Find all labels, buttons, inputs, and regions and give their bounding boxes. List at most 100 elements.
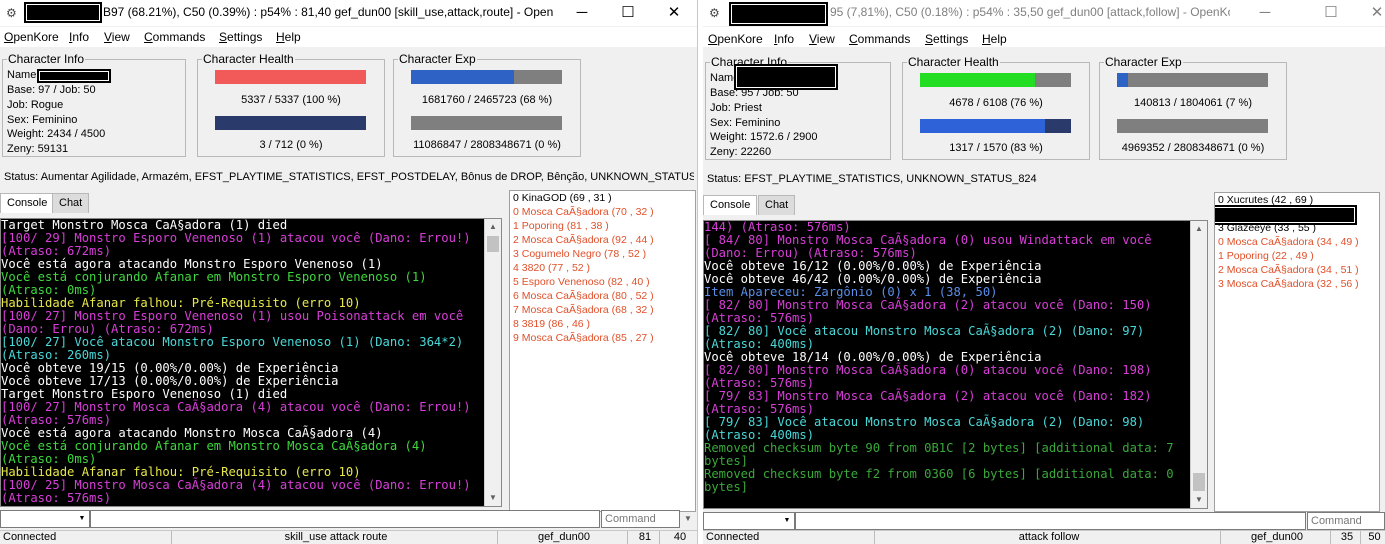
group-title: Character Exp xyxy=(398,52,477,66)
list-item[interactable]: 2 Mosca CaÃ§adora (34 , 51 ) xyxy=(1215,263,1379,277)
list-item[interactable]: 0 KinaGOD (69 , 31 ) xyxy=(510,191,695,205)
window-title: 95 (7,81%), C50 (0.18%) : p54% : 35,50 g… xyxy=(830,5,1230,19)
command-target-combo[interactable]: ▼ xyxy=(0,510,90,528)
title-bar[interactable]: ⚙ 95 (7,81%), C50 (0.18%) : p54% : 35,50… xyxy=(703,0,1385,26)
menu-openkore[interactable]: OpenKore xyxy=(708,32,763,46)
list-item[interactable]: 0 Xucrutes (42 , 69 ) xyxy=(1215,193,1379,207)
connection-status: Connected xyxy=(703,531,875,544)
console-scrollbar[interactable]: ▲ ▼ xyxy=(484,219,501,506)
job-exp-text: 11086847 / 2808348671 (0 %) xyxy=(413,139,561,151)
status-line: Status: Aumentar Agilidade, Armazém, EFS… xyxy=(4,171,694,183)
menu-commands[interactable]: Commands xyxy=(849,32,910,46)
zeny: Zeny: 59131 xyxy=(7,143,69,155)
sp-text: 3 / 712 (0 %) xyxy=(259,139,323,151)
list-item[interactable]: 2 Mosca CaÃ§adora (92 , 44 ) xyxy=(510,233,695,247)
menu-view[interactable]: View xyxy=(104,30,130,44)
console-output[interactable]: Target Monstro Mosca CaÃ§adora (1) died[… xyxy=(0,218,502,507)
job-exp-bar xyxy=(1117,119,1268,133)
character-health-group: Character Health 4678 / 6108 (76 %) 1317… xyxy=(902,55,1090,160)
command-input[interactable] xyxy=(90,510,600,528)
redacted-name-value xyxy=(734,64,838,90)
base-job-level: Base: 95 / Job: 50 xyxy=(710,87,799,99)
character-exp-group: Character Exp 140813 / 1804061 (7 %) 496… xyxy=(1099,55,1287,160)
tab-console[interactable]: Console xyxy=(703,195,758,215)
list-item[interactable]: 1 Poporing (22 , 49 ) xyxy=(1215,249,1379,263)
menu-info[interactable]: Info xyxy=(69,30,89,44)
list-item[interactable]: 1 Poporing (81 , 38 ) xyxy=(510,219,695,233)
menu-settings[interactable]: Settings xyxy=(925,32,968,46)
group-title: Character Health xyxy=(907,55,1000,69)
list-item[interactable]: 9 Mosca CaÃ§adora (85 , 27 ) xyxy=(510,331,695,345)
hp-text: 4678 / 6108 (76 %) xyxy=(949,97,1043,109)
window-title: B97 (68.21%), C50 (0.39%) : p54% : 81,40… xyxy=(103,5,553,19)
scroll-thumb[interactable] xyxy=(487,236,499,252)
list-item[interactable]: 5 Esporo Venenoso (82 , 40 ) xyxy=(510,275,695,289)
console-scrollbar[interactable]: ▲ ▼ xyxy=(1190,221,1207,508)
sp-text: 1317 / 1570 (83 %) xyxy=(949,142,1043,154)
list-item[interactable]: 8 3819 (86 , 46 ) xyxy=(510,317,695,331)
menu-commands[interactable]: Commands xyxy=(144,30,205,44)
console-line: [100/ 27] Monstro Esporo Venenoso (1) us… xyxy=(1,309,471,336)
status-line: Status: EFST_PLAYTIME_STATISTICS, UNKNOW… xyxy=(707,173,1037,185)
close-icon[interactable]: ✕ xyxy=(651,2,697,24)
character-exp-group: Character Exp 1681760 / 2465723 (68 %) 1… xyxy=(393,52,581,157)
tab-chat[interactable]: Chat xyxy=(758,195,796,215)
list-item[interactable]: 0 Mosca CaÃ§adora (34 , 49 ) xyxy=(1215,235,1379,249)
job-class: Job: Rogue xyxy=(7,99,64,111)
minimize-icon[interactable]: ─ xyxy=(1242,2,1288,24)
list-item[interactable]: 6 Mosca CaÃ§adora (80 , 52 ) xyxy=(510,289,695,303)
menu-openkore[interactable]: OpenKore xyxy=(4,30,59,44)
hp-bar xyxy=(215,70,366,84)
console-line: [100/ 27] Monstro Mosca CaÃ§adora (4) at… xyxy=(1,400,478,427)
hp-text: 5337 / 5337 (100 %) xyxy=(241,94,341,106)
scroll-up-icon[interactable]: ▲ xyxy=(485,219,501,235)
sp-bar xyxy=(215,116,366,130)
close-icon[interactable]: ✕ xyxy=(1354,2,1385,24)
hp-bar xyxy=(920,73,1071,87)
sex: Sex: Feminino xyxy=(7,114,78,126)
minimize-icon[interactable]: ─ xyxy=(559,2,605,24)
list-item[interactable]: 3 Cogumelo Negro (78 , 52 ) xyxy=(510,247,695,261)
list-item[interactable]: 3 Glazeeye (33 , 55 ) xyxy=(1215,221,1379,235)
console-line: [100/ 25] Monstro Mosca CaÃ§adora (4) at… xyxy=(1,478,478,505)
title-bar[interactable]: ⚙ B97 (68.21%), C50 (0.39%) : p54% : 81,… xyxy=(0,0,697,26)
command-input[interactable] xyxy=(795,512,1306,530)
base-exp-bar xyxy=(411,70,562,84)
command-input-row: ▼ Command xyxy=(703,512,1385,530)
job-exp-bar xyxy=(411,116,562,130)
tab-chat[interactable]: Chat xyxy=(52,193,90,213)
dropdown-icon[interactable]: ▼ xyxy=(75,511,89,527)
menu-help[interactable]: Help xyxy=(276,30,301,44)
list-item[interactable]: 3 Mosca CaÃ§adora (32 , 56 ) xyxy=(1215,277,1379,291)
command-input-row: ▼ Command ▼ xyxy=(0,510,697,528)
menu-settings[interactable]: Settings xyxy=(219,30,262,44)
console-line: Removed checksum byte 90 from 0B1C [2 by… xyxy=(704,441,1181,468)
sex: Sex: Feminino xyxy=(710,117,781,129)
redacted-name-value xyxy=(37,69,111,83)
console-line: [ 82/ 80] Você atacou Monstro Mosca CaÃ§… xyxy=(704,324,1152,351)
list-item[interactable]: 7 Mosca CaÃ§adora (68 , 32 ) xyxy=(510,303,695,317)
menu-view[interactable]: View xyxy=(809,32,835,46)
menu-help[interactable]: Help xyxy=(982,32,1007,46)
scroll-thumb[interactable] xyxy=(1193,473,1205,491)
maximize-icon[interactable]: ☐ xyxy=(605,2,651,24)
scroll-down-icon[interactable]: ▼ xyxy=(1191,492,1207,508)
scroll-down-icon[interactable]: ▼ xyxy=(485,490,501,506)
command-label: Command xyxy=(1307,512,1385,530)
group-title: Character Health xyxy=(202,52,295,66)
dropdown-icon[interactable]: ▼ xyxy=(780,513,794,529)
console-line: Removed checksum byte f2 from 0360 [6 by… xyxy=(704,467,1181,494)
monster-list[interactable]: 0 Xucrutes (42 , 69 ) 3 Glazeeye (33 , 5… xyxy=(1214,192,1380,512)
dropdown-icon[interactable]: ▼ xyxy=(680,511,696,527)
console-line: [ 82/ 80] Monstro Mosca CaÃ§adora (2) at… xyxy=(704,298,1159,325)
command-target-combo[interactable]: ▼ xyxy=(703,512,795,530)
list-item[interactable]: 0 Mosca CaÃ§adora (70 , 32 ) xyxy=(510,205,695,219)
console-output[interactable]: 144) (Atraso: 576ms)[ 84/ 80] Monstro Mo… xyxy=(703,220,1208,509)
maximize-icon[interactable]: ☐ xyxy=(1308,2,1354,24)
monster-list[interactable]: 0 KinaGOD (69 , 31 ) 0 Mosca CaÃ§adora (7… xyxy=(509,190,696,512)
menu-info[interactable]: Info xyxy=(774,32,794,46)
scroll-up-icon[interactable]: ▲ xyxy=(1191,221,1207,237)
status-bar: Connected attack follow gef_dun00 35 50 xyxy=(703,530,1385,544)
list-item[interactable]: 4 3820 (77 , 52 ) xyxy=(510,261,695,275)
tab-console[interactable]: Console xyxy=(0,193,55,213)
